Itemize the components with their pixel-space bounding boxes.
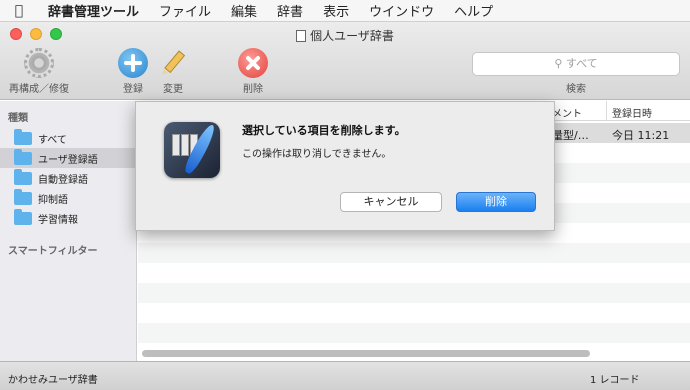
document-icon: [296, 30, 307, 42]
table-row: [138, 243, 690, 263]
edit-label: 変更: [163, 84, 183, 95]
dialog-message: この操作は取り消しできません。: [242, 149, 392, 160]
sidebar-item-suppressed-words[interactable]: 抑制語: [0, 188, 136, 208]
sidebar-item-label: ユーザ登録語: [38, 154, 98, 166]
apple-menu-icon[interactable]: : [0, 3, 38, 19]
menu-window[interactable]: ウインドウ: [359, 1, 444, 20]
menu-file[interactable]: ファイル: [149, 1, 221, 20]
sidebar-item-label: 自動登録語: [38, 174, 88, 186]
column-header-comment[interactable]: メント: [552, 105, 582, 120]
search-label: 検索: [566, 84, 586, 95]
gear-icon: [24, 48, 54, 78]
edit-button[interactable]: 変更: [138, 48, 208, 95]
menu-bar:  辞書管理ツール ファイル 編集 辞書 表示 ウインドウ ヘルプ: [0, 0, 690, 22]
search-group: ⚲ すべて 検索: [472, 52, 680, 95]
table-row: [138, 283, 690, 303]
rebuild-label: 再構成／修復: [9, 84, 69, 95]
confirm-delete-button[interactable]: 削除: [456, 192, 536, 212]
pencil-icon: [158, 48, 188, 78]
dialog-title: 選択している項目を削除します。: [242, 124, 406, 137]
sidebar-item-label: 抑制語: [38, 194, 68, 206]
rebuild-button[interactable]: 再構成／修復: [4, 48, 74, 95]
sidebar-heading-type: 種類: [8, 113, 28, 124]
dictionary-name: かわせみユーザ辞書: [8, 375, 98, 386]
sidebar-item-auto-words[interactable]: 自動登録語: [0, 168, 136, 188]
folder-icon: [14, 188, 32, 205]
search-input[interactable]: ⚲ すべて: [472, 52, 680, 76]
status-bar: かわせみユーザ辞書 1 レコード: [0, 361, 690, 390]
delete-toolbar-button[interactable]: 削除: [218, 48, 288, 95]
window-title-text: 個人ユーザ辞書: [310, 29, 394, 43]
record-count: 1 レコード: [590, 375, 640, 386]
folder-icon: [14, 168, 32, 185]
folder-icon: [14, 148, 32, 165]
horizontal-scrollbar[interactable]: [142, 350, 590, 357]
sidebar-heading-smart-filter: スマートフィルター: [8, 246, 98, 257]
search-placeholder: すべて: [565, 57, 598, 70]
sidebar-item-learning-info[interactable]: 学習情報: [0, 208, 136, 228]
menu-edit[interactable]: 編集: [221, 1, 267, 20]
sidebar-item-all[interactable]: すべて: [0, 128, 136, 148]
column-divider[interactable]: [606, 101, 607, 121]
book-shape: [172, 134, 180, 156]
menu-app[interactable]: 辞書管理ツール: [38, 1, 149, 20]
dictionary-app-icon: [164, 122, 220, 178]
delete-confirm-dialog: 選択している項目を削除します。 この操作は取り消しできません。 キャンセル 削除: [135, 101, 555, 231]
window-title: 個人ユーザ辞書: [0, 27, 690, 44]
toolbar: 個人ユーザ辞書 再構成／修復 登録 変更 削除 ⚲ すべて 検索: [0, 22, 690, 100]
delete-toolbar-label: 削除: [243, 84, 263, 95]
menu-view[interactable]: 表示: [313, 1, 359, 20]
sidebar-item-label: 学習情報: [38, 214, 78, 226]
sidebar: 種類 すべて ユーザ登録語 自動登録語 抑制語 学習情報 スマートフィルター: [0, 101, 137, 361]
search-icon: ⚲: [554, 57, 563, 70]
menu-dictionary[interactable]: 辞書: [267, 1, 313, 20]
book-shape: [181, 134, 189, 156]
table-row: [138, 323, 690, 343]
menu-help[interactable]: ヘルプ: [444, 1, 503, 20]
cell-comment: 量型/…: [552, 129, 589, 142]
folder-icon: [14, 208, 32, 225]
cancel-button[interactable]: キャンセル: [340, 192, 442, 212]
sidebar-item-label: すべて: [38, 134, 67, 146]
delete-x-icon: [238, 48, 268, 78]
folder-icon: [14, 128, 32, 145]
sidebar-item-user-words[interactable]: ユーザ登録語: [0, 148, 136, 168]
cell-date: 今日 11:21: [612, 129, 670, 142]
column-header-date[interactable]: 登録日時: [612, 105, 652, 120]
